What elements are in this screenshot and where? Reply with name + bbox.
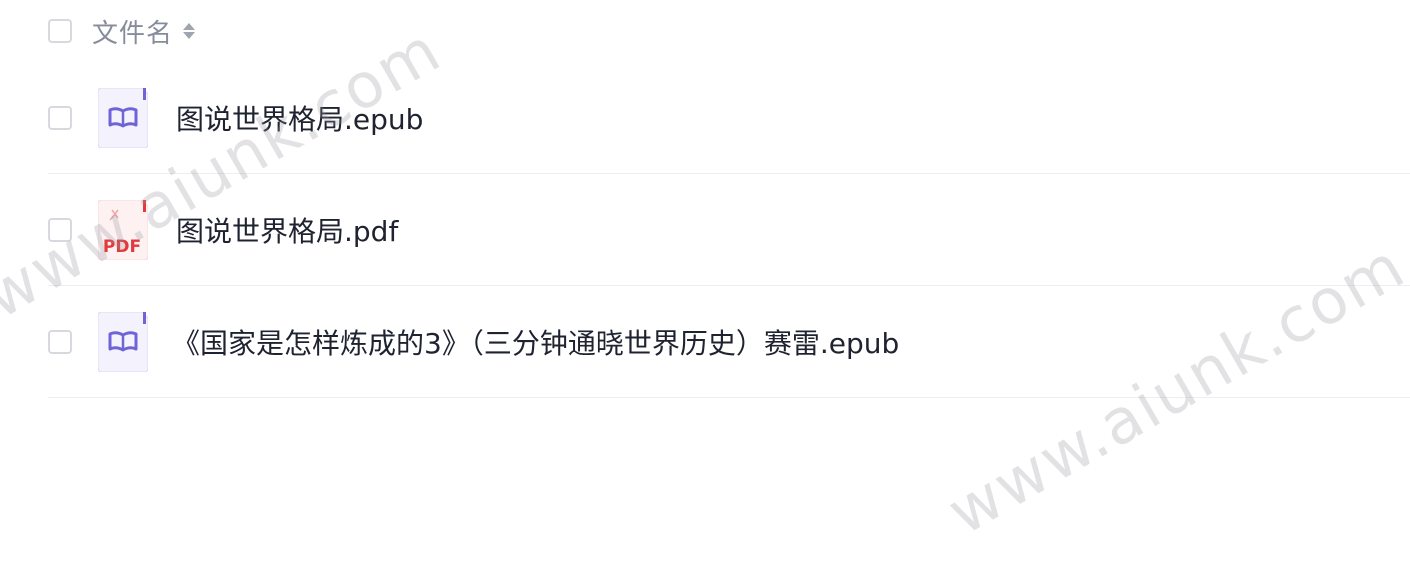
list-header: 文件名 <box>48 0 1410 62</box>
epub-book-icon <box>98 87 148 148</box>
row-checkbox[interactable] <box>48 217 72 242</box>
pdf-file-icon: PDF <box>98 199 148 260</box>
sort-down-icon <box>183 32 196 39</box>
file-row[interactable]: 《国家是怎样炼成的3》（三分钟通晓世界历史）赛雷.epub <box>48 286 1410 398</box>
file-list-page: 文件名 图说世界格局.epub PDF 图说世界格局.pdf 《国家是怎样炼成的… <box>0 0 1410 588</box>
select-all-checkbox[interactable] <box>48 19 72 43</box>
sort-caret-icon[interactable] <box>183 23 196 39</box>
file-row[interactable]: 图说世界格局.epub <box>48 62 1410 174</box>
file-name[interactable]: 图说世界格局.epub <box>176 98 423 138</box>
filename-column-header[interactable]: 文件名 <box>92 13 173 50</box>
pdf-icon-label: PDF <box>103 237 141 257</box>
sort-up-icon <box>183 23 196 30</box>
file-list: 文件名 图说世界格局.epub PDF 图说世界格局.pdf 《国家是怎样炼成的… <box>48 0 1410 398</box>
file-name[interactable]: 《国家是怎样炼成的3》（三分钟通晓世界历史）赛雷.epub <box>172 322 899 362</box>
row-checkbox[interactable] <box>48 329 72 354</box>
file-row[interactable]: PDF 图说世界格局.pdf <box>48 174 1410 286</box>
epub-book-icon <box>98 311 148 372</box>
row-checkbox[interactable] <box>48 105 72 130</box>
file-name[interactable]: 图说世界格局.pdf <box>176 210 398 250</box>
